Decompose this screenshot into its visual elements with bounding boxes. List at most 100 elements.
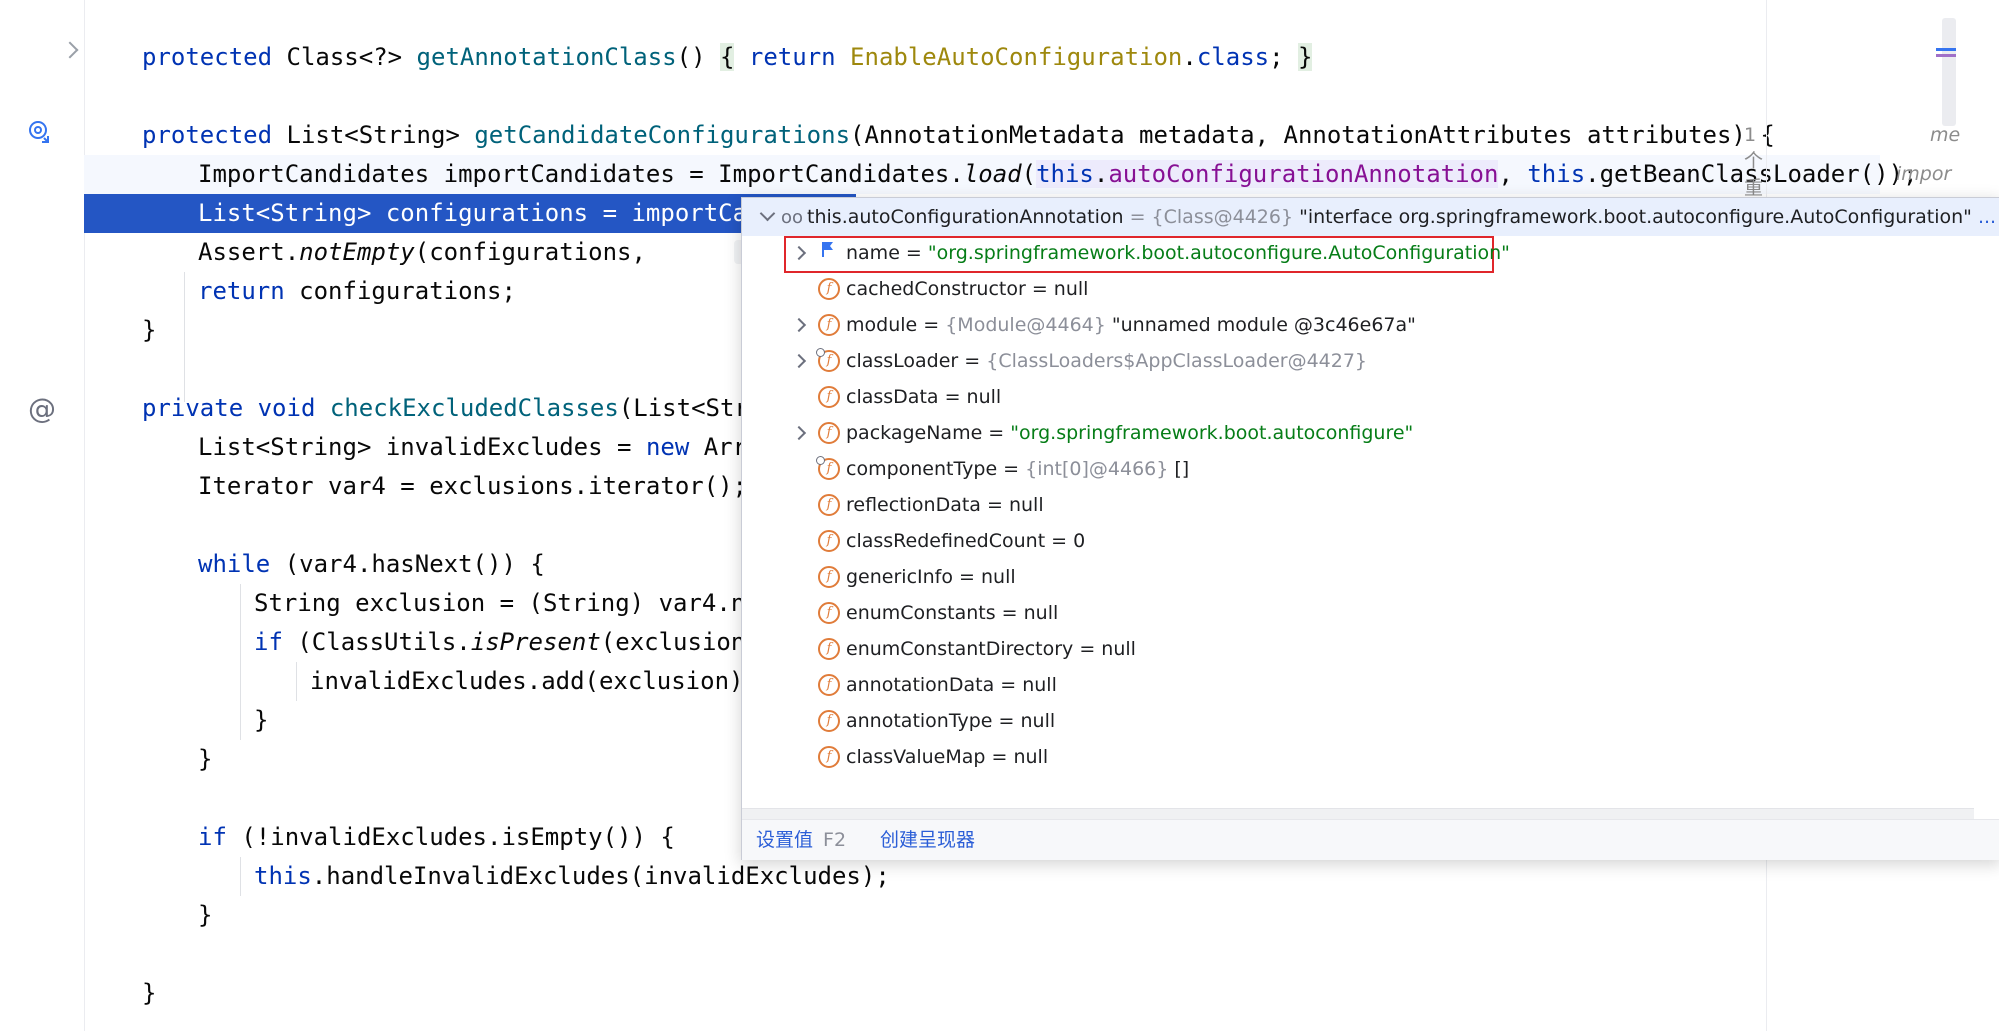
code-token: EnableAutoConfiguration — [850, 43, 1183, 71]
set-value-button[interactable]: 设置值 — [756, 829, 813, 851]
field-icon: f — [818, 314, 840, 336]
variable-text: enumConstants = null — [846, 602, 1059, 624]
variable-row-packageName[interactable]: f packageName = "org.springframework.boot… — [742, 415, 1972, 451]
variable-text: classValueMap = null — [846, 746, 1049, 768]
field-icon: f — [818, 746, 840, 768]
code-token: class — [1196, 43, 1270, 71]
code-token: protected — [142, 121, 287, 149]
variable-name: classValueMap — [846, 746, 986, 768]
popup-footer: 设置值 F2 创建呈现器 — [742, 819, 1999, 860]
collapse-chevron-icon[interactable] — [759, 205, 776, 222]
code-token: } — [142, 979, 157, 1007]
variable-row-classData[interactable]: f classData = null — [742, 379, 1972, 415]
code-line[interactable]: this.handleInvalidExcludes(invalidExclud… — [84, 857, 1854, 896]
variable-text: classRedefinedCount = 0 — [846, 530, 1086, 552]
variable-name: name — [846, 242, 900, 264]
header-value: "interface org.springframework.boot.auto… — [1293, 206, 1972, 228]
annotation-at-icon[interactable]: @ — [28, 392, 56, 425]
final-field-icon: f — [816, 456, 840, 480]
variable-name: classRedefinedCount — [846, 530, 1046, 552]
variable-row-componentType[interactable]: f componentType = {int[0]@4466} [] — [742, 451, 1972, 487]
code-token: (!invalidExcludes.isEmpty()) { — [241, 823, 675, 851]
code-line[interactable]: } — [84, 974, 1742, 1013]
variable-row-annotationType[interactable]: f annotationType = null — [742, 703, 1972, 739]
variable-text: enumConstantDirectory = null — [846, 638, 1136, 660]
field-icon: f — [818, 422, 840, 444]
variable-row-enumConstants[interactable]: f enumConstants = null — [742, 595, 1972, 631]
variable-text: annotationData = null — [846, 674, 1057, 696]
variable-name: module — [846, 314, 918, 336]
code-token: { — [720, 43, 735, 71]
variable-name: reflectionData — [846, 494, 981, 516]
variable-name: classData — [846, 386, 939, 408]
editor-gutter: @ — [0, 0, 85, 1031]
expand-chevron-icon[interactable] — [791, 425, 807, 441]
code-token: this — [254, 862, 312, 890]
variable-value: [] — [1168, 458, 1190, 480]
variable-value: null — [1053, 278, 1089, 300]
code-token: getCandidateConfigurations — [474, 121, 851, 149]
code-token: new — [645, 433, 704, 461]
debugger-evaluate-popup[interactable]: oo this.autoConfigurationAnnotation = {Cl… — [741, 197, 1999, 860]
variable-value: "org.springframework.boot.autoconfigure.… — [927, 242, 1510, 264]
variable-value: null — [1022, 674, 1057, 696]
variable-row-module[interactable]: f module = {Module@4464} "unnamed module … — [742, 307, 1972, 343]
variable-text: componentType = {int[0]@4466} [] — [846, 458, 1190, 480]
overridden-method-icon[interactable] — [28, 120, 52, 144]
navigate-link[interactable]: ... 导航 — [1972, 206, 1999, 228]
variable-value: null — [1013, 746, 1049, 768]
code-token: } — [142, 316, 157, 344]
popup-header[interactable]: oo this.autoConfigurationAnnotation = {Cl… — [742, 198, 1999, 236]
error-stripe-marker[interactable] — [1936, 48, 1956, 51]
code-token: if — [198, 823, 242, 851]
code-token: while — [198, 550, 285, 578]
code-token: return — [734, 43, 851, 71]
code-token: . — [1093, 160, 1109, 188]
code-token: protected — [142, 43, 287, 71]
error-stripe-marker[interactable] — [1936, 54, 1956, 57]
code-token: ; — [1269, 43, 1298, 71]
code-token: } — [198, 901, 213, 929]
variable-row-reflectionData[interactable]: f reflectionData = null — [742, 487, 1972, 523]
variable-text: genericInfo = null — [846, 566, 1016, 588]
fold-chevron-icon[interactable] — [61, 41, 79, 59]
variable-row-genericInfo[interactable]: f genericInfo = null — [742, 559, 1972, 595]
variable-row-classLoader[interactable]: f classLoader = {ClassLoaders$AppClassLoa… — [742, 343, 1972, 379]
variable-name: enumConstantDirectory — [846, 638, 1074, 660]
code-line[interactable]: } — [84, 896, 1798, 935]
indent-guide — [184, 272, 185, 402]
variable-name: enumConstants — [846, 602, 996, 624]
code-token: List<String> invalidExcludes = — [198, 433, 646, 461]
code-token: getAnnotationClass — [416, 43, 677, 71]
variable-text: cachedConstructor = null — [846, 278, 1089, 300]
indent-guide — [240, 857, 241, 896]
code-line[interactable]: protected List<String> getCandidateConfi… — [84, 116, 1775, 155]
code-token: invalidExcludes.add(exclusion); — [310, 667, 758, 695]
field-icon: f — [818, 386, 840, 408]
code-line[interactable]: protected Class<?> getAnnotationClass() … — [84, 38, 1742, 77]
popup-horizontal-scrollbar[interactable] — [742, 808, 1974, 819]
variable-value: "unnamed module @3c46e67a" — [1105, 314, 1416, 336]
variable-row-cachedConstructor[interactable]: f cachedConstructor = null — [742, 271, 1972, 307]
expand-chevron-icon[interactable] — [791, 353, 807, 369]
variable-row-classValueMap[interactable]: f classValueMap = null — [742, 739, 1972, 775]
code-token: } — [1298, 43, 1313, 71]
variable-name: componentType — [846, 458, 998, 480]
create-renderer-button[interactable]: 创建呈现器 — [880, 829, 975, 851]
code-token: List<String> configurations = importCan — [198, 199, 762, 227]
variable-row-annotationData[interactable]: f annotationData = null — [742, 667, 1972, 703]
variable-value: null — [1101, 638, 1136, 660]
header-object-ref: {Class@4426} — [1151, 206, 1294, 228]
code-token: (configurations, — [414, 238, 661, 266]
indent-guide — [240, 584, 241, 740]
variable-value: null — [980, 566, 1016, 588]
code-line[interactable]: ImportCandidates importCandidates = Impo… — [84, 155, 1918, 194]
expand-chevron-icon[interactable] — [791, 317, 807, 333]
variable-row-classRedefinedCount[interactable]: f classRedefinedCount = 0 — [742, 523, 1972, 559]
code-token: , — [1498, 160, 1528, 188]
code-token: } — [254, 706, 269, 734]
vertical-scrollbar[interactable] — [1942, 18, 1956, 126]
variable-row-enumConstantDirectory[interactable]: f enumConstantDirectory = null — [742, 631, 1972, 667]
field-icon: f — [818, 638, 840, 660]
variable-row-name[interactable]: name = "org.springframework.boot.autocon… — [742, 235, 1972, 273]
